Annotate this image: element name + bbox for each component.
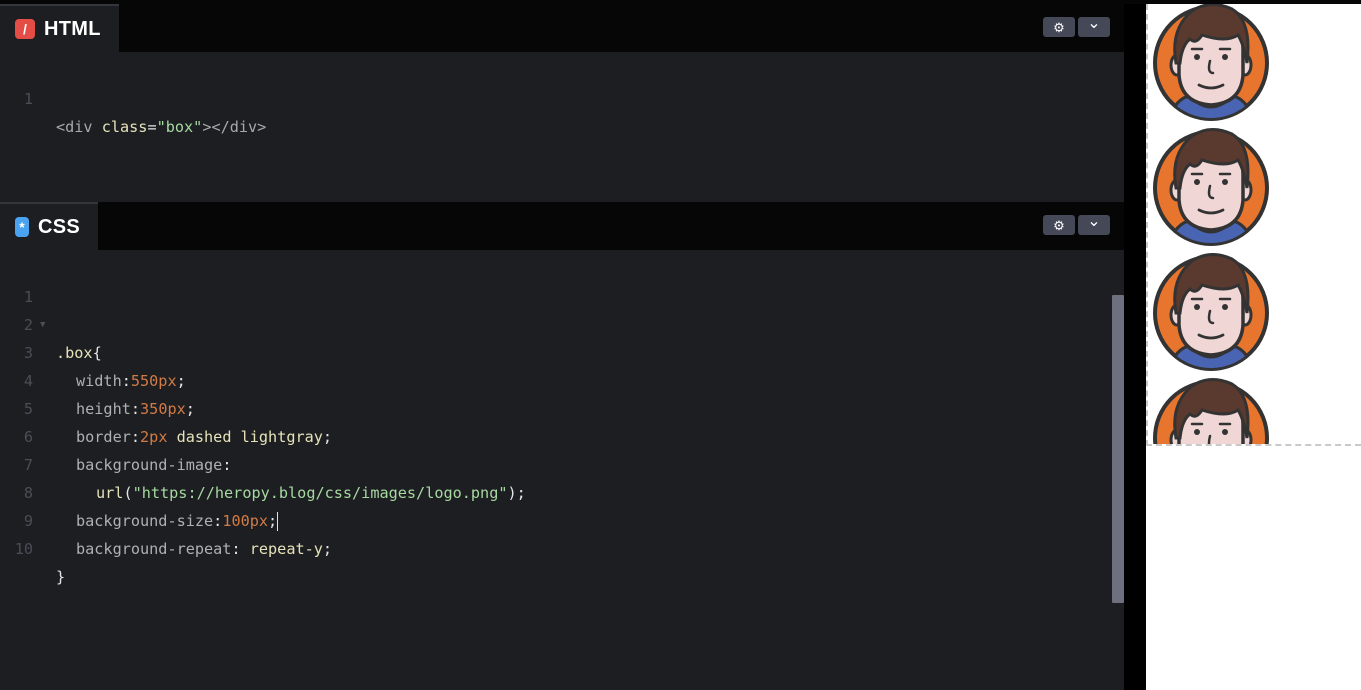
chevron-down-icon: ⌄	[1087, 213, 1101, 230]
html-logo-icon: /	[15, 19, 35, 39]
css-asterisk-icon: *	[15, 217, 29, 237]
css-pane-header: * CSS ⚙ ⌄	[0, 202, 1124, 250]
result-preview	[1146, 4, 1361, 690]
avatar-logo-icon	[1153, 253, 1269, 371]
css-scrollbar-thumb[interactable]	[1112, 295, 1124, 603]
html-pane-header: / HTML ⚙ ⌄	[0, 4, 1124, 52]
preview-box	[1146, 4, 1361, 446]
css-code-area[interactable]: 1 ▼ .box{ 2 3 width:550px; 4 height:350p…	[0, 255, 1110, 685]
css-editor-pane: * CSS ⚙ ⌄ 1 ▼ .box{ 2 3 width:550px; 4 h…	[0, 202, 1124, 690]
code-line: 8 background-size:100px;	[0, 451, 1100, 531]
resize-divider[interactable]	[1124, 4, 1146, 690]
html-editor-pane: / HTML ⚙ ⌄ 1 <div class="box"></div>	[0, 4, 1124, 202]
gear-icon: ⚙	[1053, 19, 1065, 35]
code-line: 5 border:2px dashed lightgray;	[0, 367, 1100, 446]
code-line: 3 width:550px;	[0, 311, 1100, 390]
avatar-logo-icon	[1153, 378, 1269, 444]
css-settings-button[interactable]: ⚙	[1043, 215, 1075, 235]
code-line: 4 height:350px;	[0, 339, 1100, 418]
code-text: <div class="box"></div>	[56, 118, 267, 136]
editor-column: / HTML ⚙ ⌄ 1 <div class="box"></div> * C…	[0, 4, 1124, 690]
chevron-down-icon: ⌄	[1087, 15, 1101, 32]
code-line: 10 }	[0, 507, 1100, 586]
html-code-area[interactable]: 1 <div class="box"></div>	[0, 57, 1124, 197]
code-line: 9 background-repeat: repeat-y;	[0, 479, 1100, 558]
code-text: background-repeat: repeat-y;	[76, 540, 333, 558]
html-collapse-button[interactable]: ⌄	[1078, 15, 1110, 37]
code-line: 2	[0, 283, 1100, 334]
code-line: 7 url("https://heropy.blog/css/images/lo…	[0, 423, 1100, 502]
code-line: 1 <div class="box"></div>	[0, 57, 1100, 136]
line-number: 10	[14, 540, 33, 558]
avatar-logo-icon	[1153, 4, 1269, 121]
code-line: 6 background-image:	[0, 395, 1100, 474]
tab-html-label: HTML	[44, 17, 101, 40]
tab-html[interactable]: / HTML	[0, 4, 119, 52]
code-text: }	[56, 568, 66, 586]
html-settings-button[interactable]: ⚙	[1043, 17, 1075, 37]
gear-icon: ⚙	[1053, 217, 1065, 233]
tab-css[interactable]: * CSS	[0, 202, 98, 250]
tab-css-label: CSS	[37, 215, 80, 238]
line-number: 1	[23, 90, 33, 108]
code-line: 1 ▼ .box{	[0, 255, 1100, 362]
avatar-logo-icon	[1153, 128, 1269, 246]
css-collapse-button[interactable]: ⌄	[1078, 213, 1110, 235]
